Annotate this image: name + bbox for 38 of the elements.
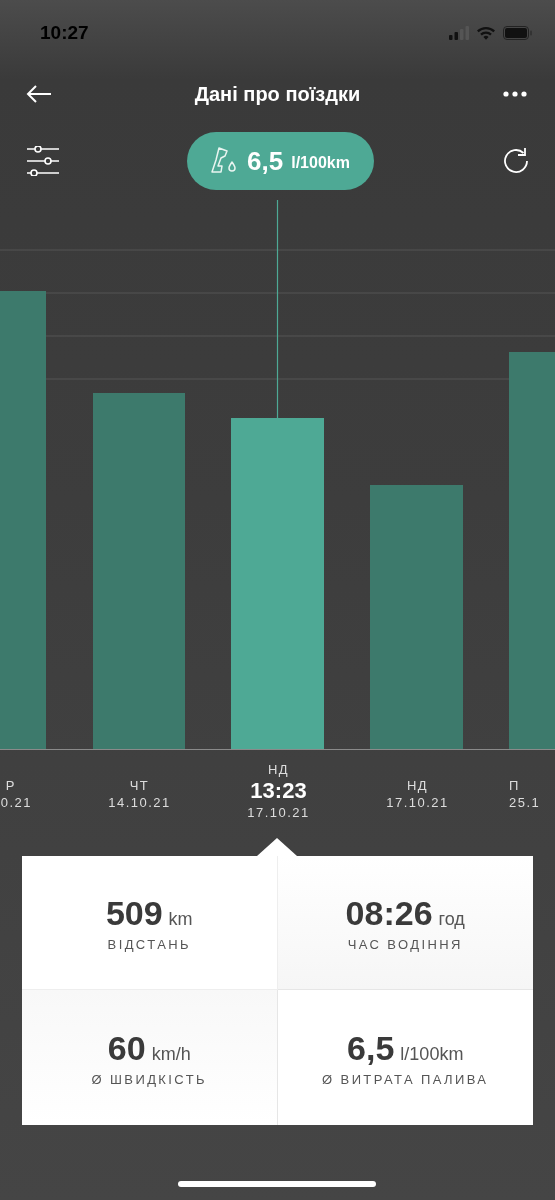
stat-value: 08:26 xyxy=(345,893,433,933)
chart-bar[interactable] xyxy=(231,418,324,750)
stat-value: 6,5 xyxy=(347,1028,395,1068)
status-time: 10:27 xyxy=(40,22,89,44)
weekday-label[interactable]: П xyxy=(509,778,520,794)
stat-unit: km xyxy=(168,908,193,930)
trip-time[interactable]: 13:23 xyxy=(250,778,307,804)
wifi-icon xyxy=(476,26,496,40)
weekday-label[interactable]: НД xyxy=(267,762,290,778)
filter-icon[interactable] xyxy=(26,146,60,176)
screen-title: Дані про поїздки xyxy=(194,82,361,106)
stat-value: 509 xyxy=(105,893,163,933)
chart-bar[interactable] xyxy=(0,291,46,750)
stat-label: ЧАС ВОДІННЯ xyxy=(347,936,463,952)
chart-bar[interactable] xyxy=(509,352,555,750)
date-label[interactable]: 14.10.21 xyxy=(108,794,171,812)
stat-value: 60 xyxy=(107,1028,146,1068)
stat-unit: год xyxy=(438,908,465,930)
more-icon[interactable] xyxy=(503,91,527,97)
refresh-icon[interactable] xyxy=(501,146,531,176)
stat-unit: km/h xyxy=(151,1043,191,1065)
chart-bar[interactable] xyxy=(93,393,185,750)
date-label[interactable]: 25.1 xyxy=(509,794,541,812)
weekday-label[interactable]: ЧТ xyxy=(129,778,150,794)
stat-label: Ø ВИТРАТА ПАЛИВА xyxy=(322,1071,489,1087)
date-label[interactable]: 17.10.21 xyxy=(247,804,310,822)
date-label[interactable]: 17.10.21 xyxy=(386,794,449,812)
battery-icon xyxy=(503,26,533,40)
chart-bar[interactable] xyxy=(370,485,463,750)
fuel-consumption-badge: 6,5 l/100km xyxy=(187,132,374,190)
back-arrow-icon[interactable] xyxy=(26,84,52,104)
signal-icon xyxy=(449,26,469,40)
weekday-label[interactable]: НД xyxy=(406,778,429,794)
stat-unit: l/100km xyxy=(400,1043,464,1065)
stat-label: Ø ШВИДКІСТЬ xyxy=(91,1071,207,1087)
weekday-label[interactable]: Р xyxy=(5,778,16,794)
stat-label: ВІДСТАНЬ xyxy=(107,936,191,952)
date-label[interactable]: 0.21 xyxy=(0,794,32,812)
